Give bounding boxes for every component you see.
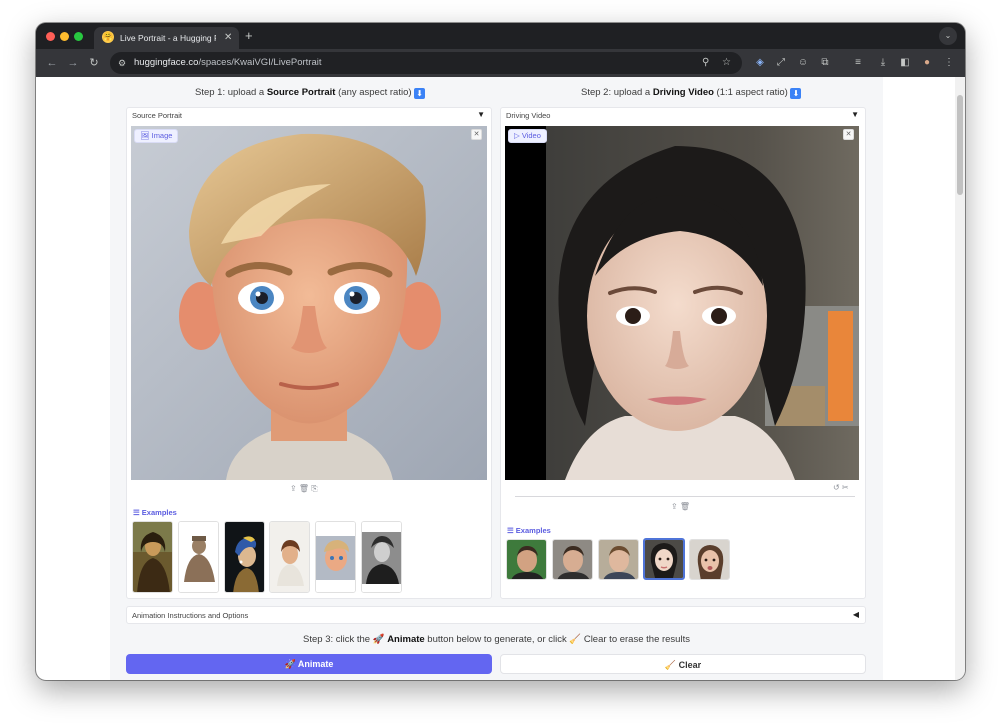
example-thumb-cartoon-boy[interactable] [315,521,356,593]
hugging-face-favicon-icon: 🤗 [102,31,114,43]
step3-instruction: Step 3: click the 🚀 Animate button below… [110,634,883,645]
side-panel-icon[interactable]: ◧ [897,55,913,71]
woman-face-video-frame-image [505,126,859,480]
profile-avatar[interactable]: ● [919,55,935,71]
avatar-extension-icon[interactable]: ☺ [795,55,811,71]
example-video-thumb-4-selected[interactable] [643,538,685,580]
maximize-window-button[interactable] [74,32,83,41]
terracotta-warrior-thumbnail-image [179,522,218,592]
tab-search-icon[interactable]: ⌄ [939,27,957,45]
extensions-puzzle-icon[interactable]: ⧉ [817,55,833,71]
collapse-caret-icon[interactable]: ▼ [477,110,485,119]
step2-instruction: Step 2: upload a Driving Video (1:1 aspe… [581,87,802,99]
example-thumb-terracotta[interactable] [178,521,219,593]
minimize-window-button[interactable] [60,32,69,41]
page-scrollbar[interactable] [955,77,965,680]
example-thumb-girl[interactable] [269,521,310,593]
url-path: /spaces/KwaiVGI/LivePortrait [198,57,322,68]
source-portrait-label: Source Portrait [132,111,183,120]
source-examples-label: ☰ Examples [133,508,177,517]
browser-menu-icon[interactable]: ⋮ [941,55,957,71]
man-green-background-thumbnail-image [507,540,546,579]
browser-toolbar: ← → ↻ ⚙ huggingface.co/spaces/KwaiVGI/Li… [36,49,965,77]
step3-bold: Animate [387,634,425,645]
step1-bold: Source Portrait [266,87,336,98]
tab-title: Live Portrait - a Hugging Face [120,33,216,43]
example-video-thumb-5[interactable] [689,539,730,580]
bookmark-star-icon[interactable]: ☆ [722,56,731,70]
step2-text-post: (1:1 aspect ratio) [713,87,791,98]
forward-icon[interactable]: → [65,55,81,71]
reload-icon[interactable]: ↻ [86,55,102,71]
down-arrow-icon: ⬇ [414,88,426,99]
example-video-thumb-1[interactable] [506,539,547,580]
mona-lisa-thumbnail-image [133,522,172,592]
man-beige-background-thumbnail-image [599,540,638,579]
animation-options-accordion[interactable]: Animation Instructions and Options ◀ [126,606,866,624]
step2-text: Step 2: upload a [581,87,653,98]
image-badge: 🖼 Image [134,129,179,143]
scrollbar-thumb[interactable] [957,95,963,195]
tab-close-icon[interactable]: ✕ [224,31,232,45]
step3-text: Step 3: click the 🚀 [303,634,388,645]
expand-caret-icon[interactable]: ◀ [853,610,859,619]
zoom-icon[interactable]: ⚲ [702,56,709,70]
source-portrait-image[interactable]: 🖼 Image ✕ [131,126,487,480]
video-trim-icons[interactable]: ↺ ✂ [833,483,849,492]
woman-light-background-thumbnail-image [690,540,729,579]
new-tab-button[interactable]: + [245,28,253,44]
image-tools-icons[interactable]: ⇪ 🗑 ⎘ [290,484,318,494]
einstein-photo-thumbnail-image [362,522,401,592]
close-window-button[interactable] [46,32,55,41]
expand-extension-icon[interactable]: ⤢ [773,55,789,71]
source-portrait-panel: Source Portrait ▼ 🖼 Image ✕ ⇪ 🗑 ⎘ ☰ Exam… [126,107,492,599]
step2-bold: Driving Video [652,87,714,98]
address-bar[interactable]: ⚙ huggingface.co/spaces/KwaiVGI/LivePort… [110,52,742,74]
cartoon-boy-portrait-image [131,126,487,480]
tab-strip: 🤗 Live Portrait - a Hugging Face ✕ + ⌄ [36,23,965,49]
driving-examples-label: ☰ Examples [507,526,551,535]
example-thumb-pearl-earring[interactable] [224,521,265,593]
download-icon[interactable]: ⤓ [875,55,891,71]
woman-face-thumbnail-image [645,540,683,578]
url-text: huggingface.co/spaces/KwaiVGI/LivePortra… [134,56,321,70]
girl-with-pearl-earring-thumbnail-image [225,522,264,592]
cartoon-boy-thumbnail-image [316,522,355,592]
step1-instruction: Step 1: upload a Source Portrait (any as… [195,87,426,99]
example-thumb-mona-lisa[interactable] [132,521,173,593]
driving-video-player[interactable]: ▷ Video ✕ [505,126,859,480]
browser-tab[interactable]: 🤗 Live Portrait - a Hugging Face ✕ [94,27,239,49]
animate-button[interactable]: 🚀 Animate [126,654,492,674]
browser-window: 🤗 Live Portrait - a Hugging Face ✕ + ⌄ ←… [36,23,965,680]
media-control-icon[interactable]: ≡ [850,55,866,71]
clear-button[interactable]: 🧹 Clear [500,654,866,674]
step3-text-post: button below to generate, or click 🧹 Cle… [424,634,690,645]
example-thumb-einstein[interactable] [361,521,402,593]
step1-text-post: (any aspect ratio) [335,87,415,98]
animation-options-label: Animation Instructions and Options [132,611,249,620]
gradio-app: Step 1: upload a Source Portrait (any as… [110,77,883,680]
collapse-caret-icon[interactable]: ▼ [851,110,859,119]
back-icon[interactable]: ← [44,55,60,71]
driving-video-panel: Driving Video ▼ ▷ Video ✕ ↺ ✂ ⇪ 🗑 ☰ Exam… [500,107,866,599]
down-arrow-icon: ⬇ [790,88,802,99]
man-grey-background-thumbnail-image [553,540,592,579]
page-viewport: Step 1: upload a Source Portrait (any as… [36,77,965,680]
remove-video-icon[interactable]: ✕ [843,129,854,140]
video-timeline[interactable] [515,496,855,497]
bitwarden-extension-icon[interactable]: ◈ [752,55,768,71]
remove-image-icon[interactable]: ✕ [471,129,482,140]
painted-girl-thumbnail-image [270,522,309,592]
example-video-thumb-2[interactable] [552,539,593,580]
driving-video-label: Driving Video [506,111,551,120]
example-video-thumb-3[interactable] [598,539,639,580]
video-tools-icons[interactable]: ⇪ 🗑 [671,502,690,511]
step1-text: Step 1: upload a [195,87,267,98]
url-host: huggingface.co [134,57,199,68]
video-badge: ▷ Video [508,129,547,143]
site-settings-icon[interactable]: ⚙ [118,56,126,70]
